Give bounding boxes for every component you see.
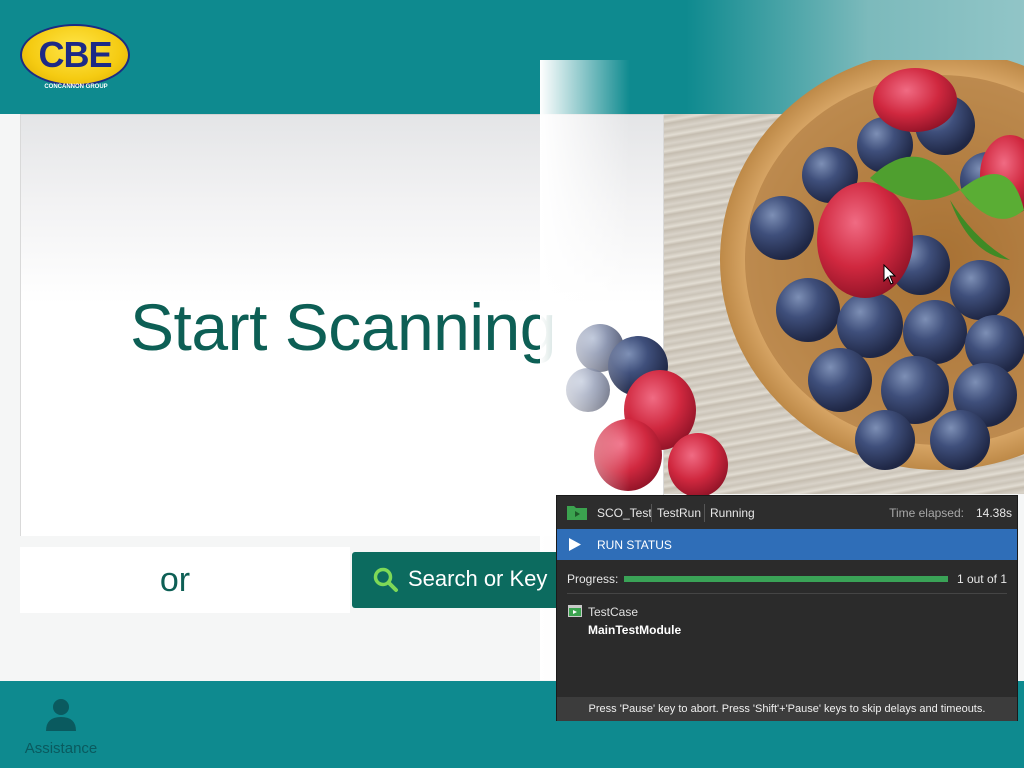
run-status-topbar: SCO_Test TestRun Running Time elapsed: 1… bbox=[557, 496, 1017, 529]
folder-icon bbox=[567, 506, 587, 520]
progress-count: 1 out of 1 bbox=[956, 572, 1007, 586]
start-scanning-panel: Start Scanning bbox=[20, 114, 664, 536]
project-name: SCO_Test bbox=[597, 506, 652, 520]
run-status-title: RUN STATUS bbox=[597, 538, 672, 552]
cbe-logo: CBE CONCANNON GROUP bbox=[20, 20, 132, 96]
crumb-separator bbox=[704, 504, 705, 522]
assistance-label: Assistance bbox=[24, 740, 98, 757]
crumb-separator bbox=[651, 504, 652, 522]
progress-fill bbox=[624, 576, 948, 582]
hint-bar: Press 'Pause' key to abort. Press 'Shift… bbox=[557, 697, 1017, 721]
search-or-key-button[interactable]: Search or Key bbox=[352, 552, 572, 608]
hint-text: Press 'Pause' key to abort. Press 'Shift… bbox=[588, 703, 986, 715]
search-button-label: Search or Key bbox=[408, 566, 548, 591]
progress-bar bbox=[624, 576, 948, 582]
elapsed-label: Time elapsed: bbox=[889, 506, 964, 520]
logo-subtext: CONCANNON GROUP bbox=[44, 84, 108, 90]
mouse-cursor-icon bbox=[883, 264, 897, 285]
run-status-window: SCO_Test TestRun Running Time elapsed: 1… bbox=[556, 495, 1018, 721]
run-state: Running bbox=[710, 506, 755, 520]
divider bbox=[567, 593, 1007, 594]
test-case-icon bbox=[568, 605, 582, 617]
logo-text: CBE bbox=[38, 34, 112, 75]
test-case-label: TestCase bbox=[588, 605, 639, 619]
person-icon bbox=[46, 699, 76, 731]
wood-background bbox=[664, 114, 1024, 494]
test-module-label: MainTestModule bbox=[588, 623, 682, 637]
page-title: Start Scanning bbox=[130, 290, 556, 364]
header-bar: CBE CONCANNON GROUP bbox=[0, 0, 1024, 114]
run-name: TestRun bbox=[657, 506, 702, 520]
search-icon bbox=[373, 567, 398, 592]
or-panel: or bbox=[20, 547, 350, 613]
assistance-button[interactable]: Assistance bbox=[18, 695, 104, 759]
progress-label: Progress: bbox=[567, 572, 619, 586]
run-status-header[interactable]: RUN STATUS bbox=[557, 529, 1017, 560]
play-icon bbox=[569, 538, 581, 551]
elapsed-value: 14.38s bbox=[975, 506, 1012, 520]
or-label: or bbox=[159, 561, 191, 599]
header-background-fade bbox=[504, 0, 1024, 114]
